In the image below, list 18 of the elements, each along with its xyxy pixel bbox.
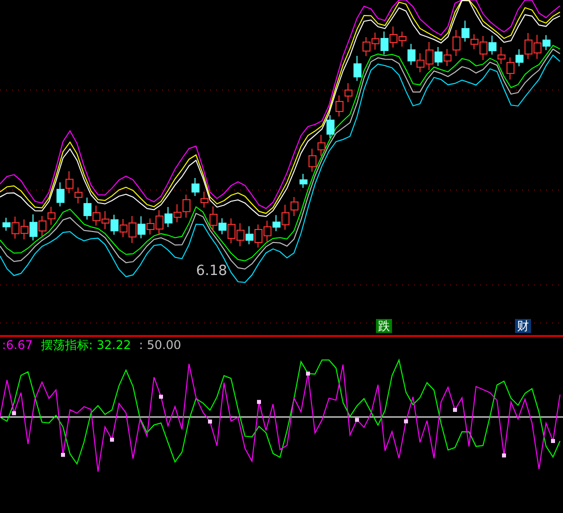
indicator-value: : 50.00 xyxy=(138,337,182,354)
signal-marker xyxy=(306,372,310,376)
indicator-value: 摆荡指标: 32.22 xyxy=(40,337,131,354)
signal-marker xyxy=(61,452,65,457)
signal-marker xyxy=(110,438,114,442)
signal-marker xyxy=(208,420,212,424)
indicator-value: :6.67 xyxy=(2,337,33,354)
signal-marker xyxy=(551,439,555,443)
signal-marker xyxy=(404,419,408,424)
signal-marker xyxy=(355,418,359,422)
signal-marker xyxy=(159,394,163,399)
event-badge[interactable]: 跌 xyxy=(376,319,392,333)
signal-marker xyxy=(502,453,506,458)
price-label: 6.18 xyxy=(196,264,228,278)
signal-marker xyxy=(453,408,457,412)
signal-marker xyxy=(257,400,261,404)
signal-marker xyxy=(12,411,16,416)
event-badge[interactable]: 财 xyxy=(515,319,531,333)
